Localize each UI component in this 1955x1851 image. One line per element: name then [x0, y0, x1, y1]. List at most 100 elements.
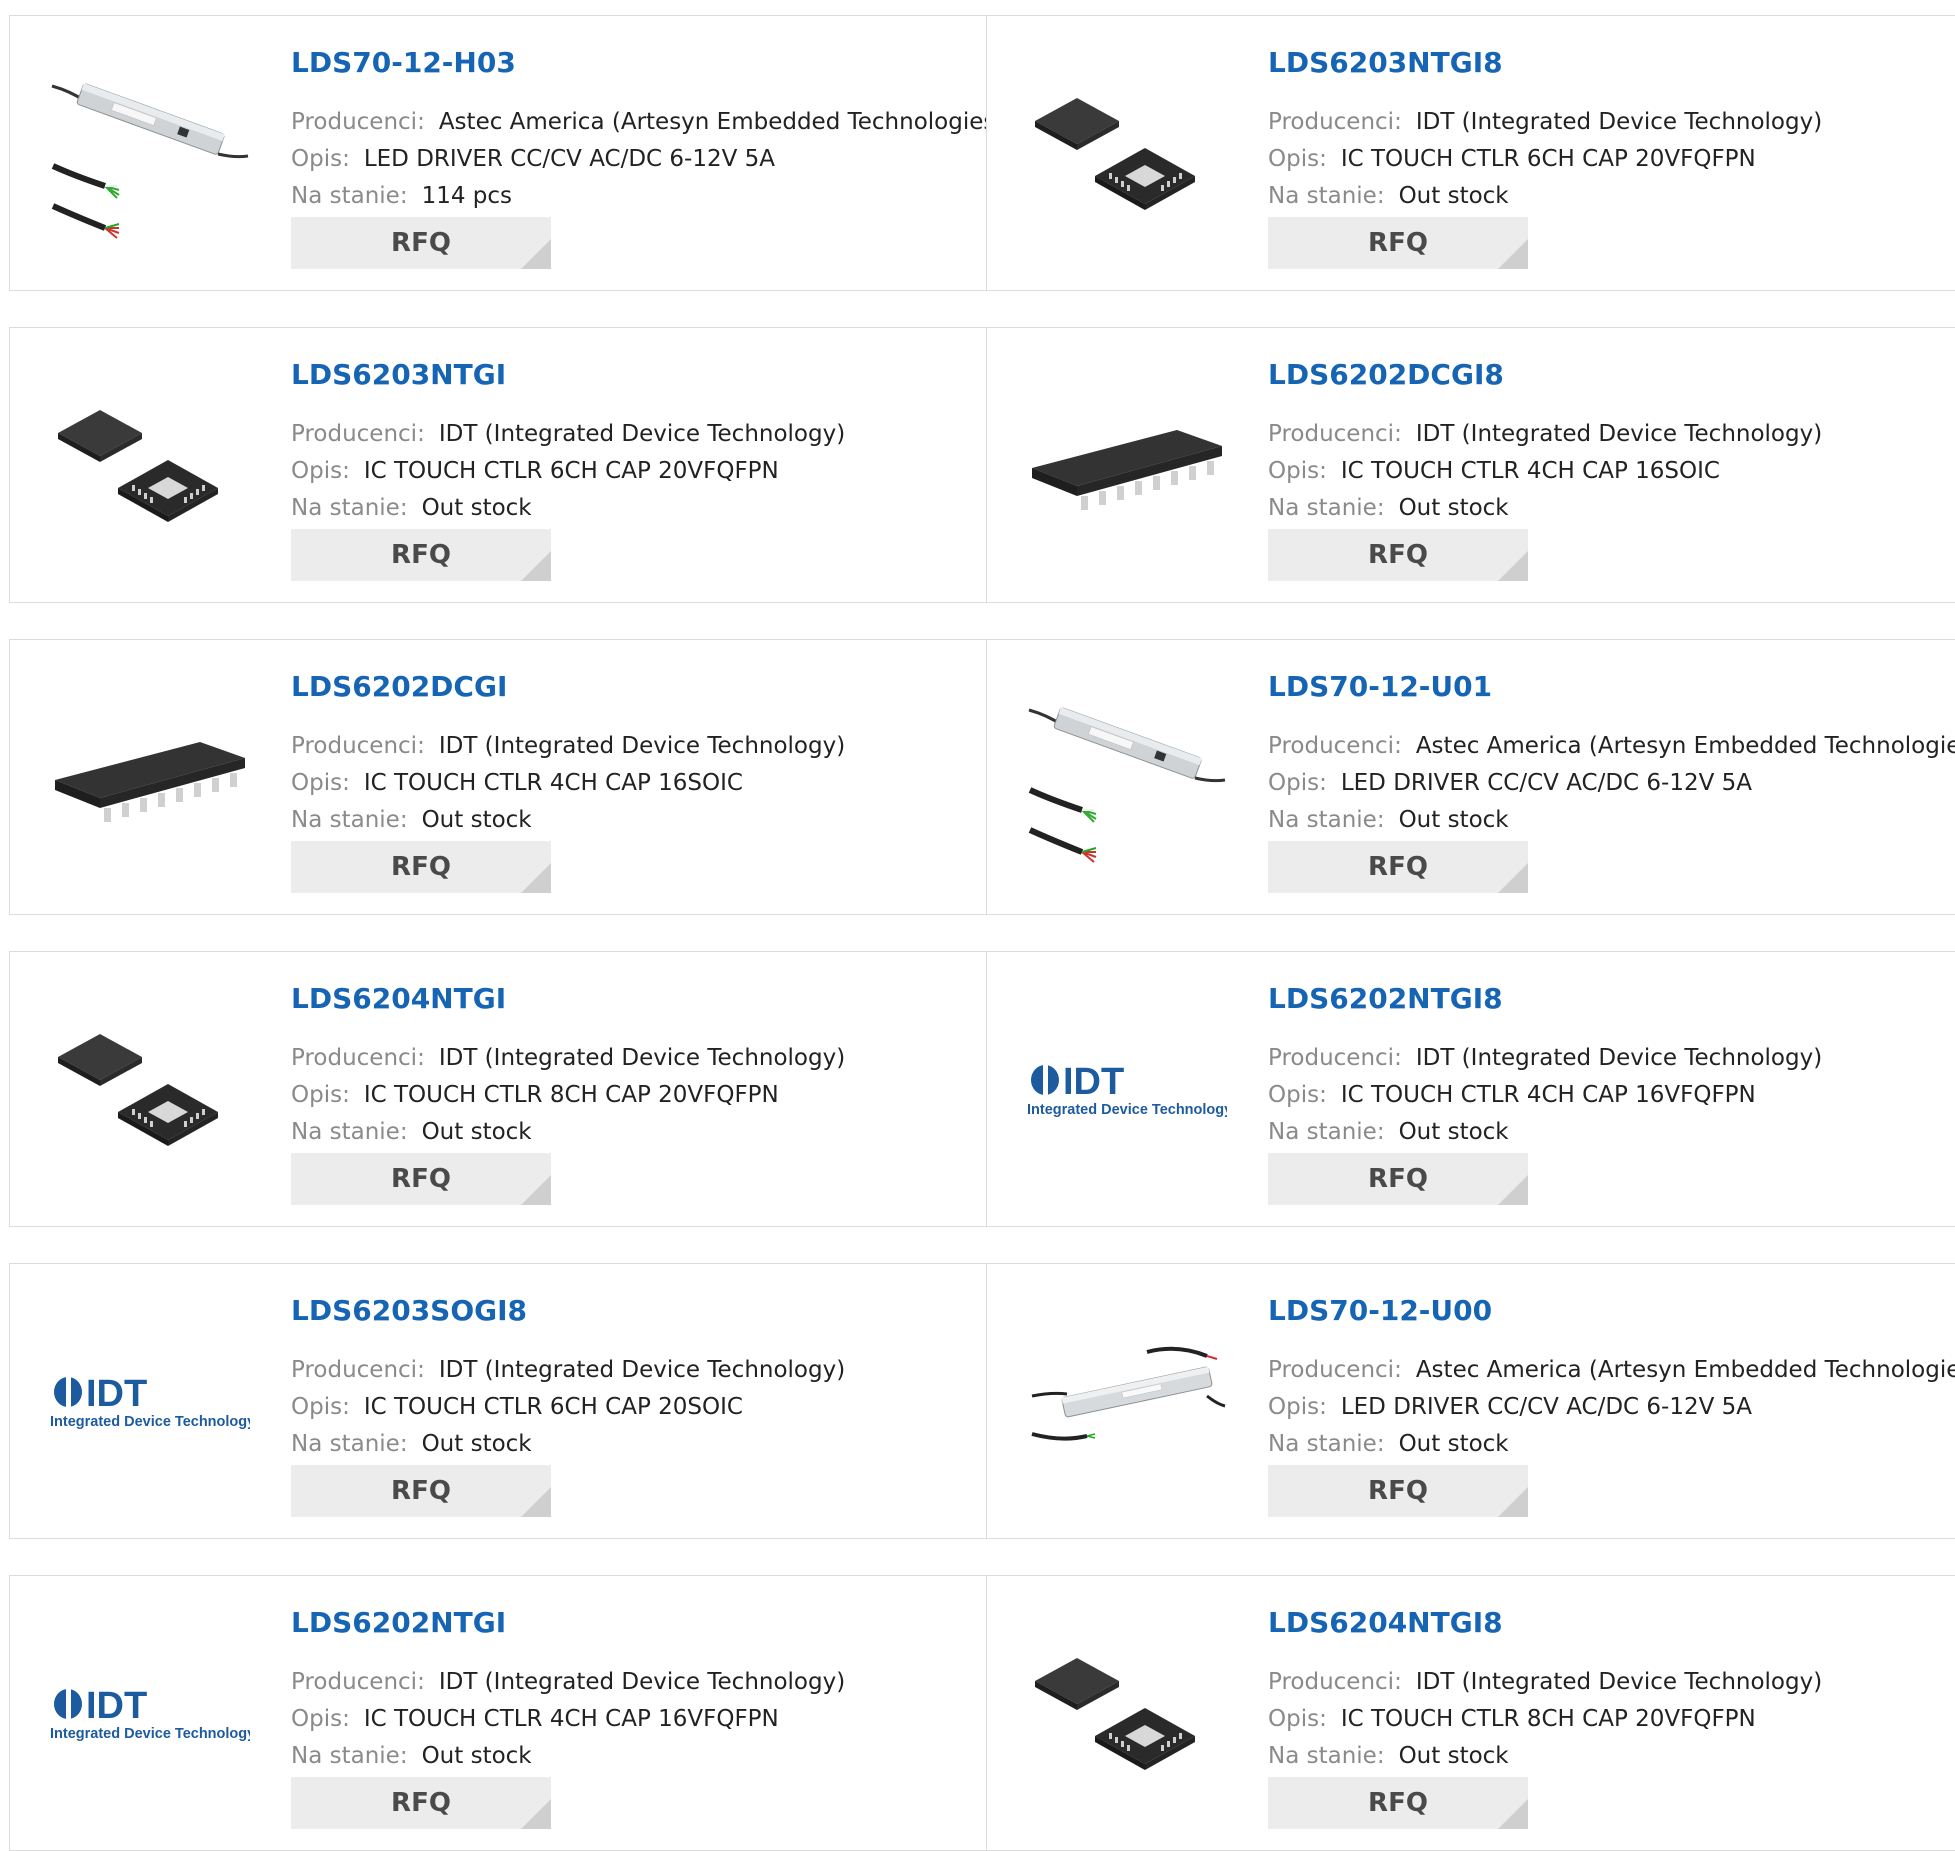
stock-value: Out stock [1398, 807, 1509, 833]
product-title-link[interactable]: LDS6203SOGI8 [291, 1294, 527, 1327]
rfq-button[interactable]: RFQ [291, 1777, 551, 1829]
stock-label: Na stanie: [1268, 1743, 1385, 1769]
rfq-button[interactable]: RFQ [291, 217, 551, 269]
manufacturer-label: Producenci: [1268, 1045, 1402, 1071]
rfq-button[interactable]: RFQ [1268, 1465, 1528, 1517]
manufacturer-value: IDT (Integrated Device Technology) [438, 1357, 846, 1383]
stock-value: Out stock [1398, 1119, 1509, 1145]
stock-row: Na stanie: Out stock [291, 1743, 532, 1769]
product-title-link[interactable]: LDS6204NTGI [291, 982, 506, 1015]
product-title-link[interactable]: LDS70-12-U00 [1268, 1294, 1492, 1327]
corner-fold-icon [1498, 1799, 1528, 1829]
idt-logo-brand: IDT [86, 1685, 147, 1727]
stock-label: Na stanie: [1268, 1431, 1385, 1457]
description-row: Opis: IC TOUCH CTLR 4CH CAP 16SOIC [291, 770, 743, 796]
qfn-chip-image [58, 1034, 218, 1146]
manufacturer-value: IDT (Integrated Device Technology) [438, 733, 846, 759]
product-card: LDS6203NTGI Producenci: IDT (Integrated D… [9, 327, 988, 603]
product-image[interactable]: IDT Integrated Device Technology [50, 1606, 255, 1806]
stock-row: Na stanie: Out stock [1268, 1431, 1509, 1457]
stock-value: Out stock [421, 807, 532, 833]
stock-row: Na stanie: Out stock [291, 1119, 532, 1145]
product-image[interactable]: IDT Integrated Device Technology [1027, 982, 1232, 1182]
rfq-label: RFQ [391, 1164, 451, 1194]
product-title-link[interactable]: LDS70-12-H03 [291, 46, 516, 79]
manufacturer-row: Producenci: IDT (Integrated Device Techno… [291, 421, 845, 447]
stock-row: Na stanie: Out stock [291, 495, 532, 521]
rfq-button[interactable]: RFQ [291, 529, 551, 581]
manufacturer-label: Producenci: [291, 1669, 425, 1695]
manufacturer-row: Producenci: Astec America (Artesyn Embedd… [1268, 733, 1955, 759]
product-image[interactable] [1027, 1294, 1227, 1494]
product-title-link[interactable]: LDS6202DCGI8 [1268, 358, 1504, 391]
led-driver-image [1031, 1346, 1226, 1441]
manufacturer-label: Producenci: [291, 109, 425, 135]
idt-logo-tagline: Integrated Device Technology [50, 1414, 250, 1430]
qfn-chip-image [1035, 98, 1195, 210]
manufacturer-row: Producenci: Astec America (Artesyn Embedd… [1268, 1357, 1955, 1383]
manufacturer-value: IDT (Integrated Device Technology) [438, 1669, 846, 1695]
product-image[interactable] [1027, 670, 1227, 870]
product-title-link[interactable]: LDS6202NTGI8 [1268, 982, 1503, 1015]
idt-logo-tagline: Integrated Device Technology [50, 1726, 250, 1742]
rfq-label: RFQ [391, 540, 451, 570]
rfq-button[interactable]: RFQ [1268, 841, 1528, 893]
product-image[interactable] [1027, 1606, 1227, 1806]
product-image[interactable] [50, 358, 250, 558]
rfq-button[interactable]: RFQ [291, 1153, 551, 1205]
description-row: Opis: IC TOUCH CTLR 8CH CAP 20VFQFPN [291, 1082, 779, 1108]
product-image[interactable] [1027, 46, 1227, 246]
description-label: Opis: [1268, 146, 1327, 172]
description-value: IC TOUCH CTLR 4CH CAP 16VFQFPN [1340, 1082, 1756, 1108]
corner-fold-icon [521, 1175, 551, 1205]
product-title-link[interactable]: LDS6202NTGI [291, 1606, 506, 1639]
product-title-link[interactable]: LDS6203NTGI [291, 358, 506, 391]
description-row: Opis: IC TOUCH CTLR 6CH CAP 20VFQFPN [1268, 146, 1756, 172]
product-card: LDS6202DCGI8 Producenci: IDT (Integrated … [986, 327, 1955, 603]
description-value: IC TOUCH CTLR 4CH CAP 16SOIC [363, 770, 743, 796]
stock-label: Na stanie: [291, 1431, 408, 1457]
idt-logo-brand: IDT [1063, 1061, 1124, 1103]
rfq-button[interactable]: RFQ [1268, 1153, 1528, 1205]
manufacturer-label: Producenci: [1268, 421, 1402, 447]
manufacturer-label: Producenci: [291, 421, 425, 447]
stock-row: Na stanie: Out stock [1268, 183, 1509, 209]
qfn-chip-image [1035, 1658, 1195, 1770]
corner-fold-icon [1498, 1175, 1528, 1205]
manufacturer-row: Producenci: IDT (Integrated Device Techno… [291, 1357, 845, 1383]
product-title-link[interactable]: LDS6204NTGI8 [1268, 1606, 1503, 1639]
stock-label: Na stanie: [1268, 183, 1385, 209]
product-image[interactable] [50, 670, 250, 870]
rfq-button[interactable]: RFQ [291, 1465, 551, 1517]
product-title-link[interactable]: LDS6203NTGI8 [1268, 46, 1503, 79]
product-title-link[interactable]: LDS6202DCGI [291, 670, 507, 703]
manufacturer-value: IDT (Integrated Device Technology) [1415, 1669, 1823, 1695]
rfq-button[interactable]: RFQ [1268, 1777, 1528, 1829]
product-image[interactable] [50, 46, 250, 246]
description-row: Opis: IC TOUCH CTLR 6CH CAP 20VFQFPN [291, 458, 779, 484]
description-label: Opis: [1268, 770, 1327, 796]
corner-fold-icon [521, 239, 551, 269]
idt-logo-tagline: Integrated Device Technology [1027, 1102, 1227, 1118]
product-card: IDT Integrated Device Technology LDS6203… [9, 1263, 988, 1539]
product-image[interactable] [1027, 358, 1227, 558]
idt-logo-image: IDT Integrated Device Technology [50, 1685, 255, 1742]
rfq-button[interactable]: RFQ [1268, 529, 1528, 581]
product-title-link[interactable]: LDS70-12-U01 [1268, 670, 1492, 703]
rfq-label: RFQ [391, 1788, 451, 1818]
stock-value: Out stock [1398, 183, 1509, 209]
idt-logo-image: IDT Integrated Device Technology [50, 1373, 255, 1430]
stock-row: Na stanie: Out stock [291, 1431, 532, 1457]
description-value: IC TOUCH CTLR 4CH CAP 16SOIC [1340, 458, 1720, 484]
product-image[interactable] [50, 982, 250, 1182]
description-value: LED DRIVER CC/CV AC/DC 6-12V 5A [1340, 770, 1753, 796]
corner-fold-icon [1498, 239, 1528, 269]
description-value: IC TOUCH CTLR 6CH CAP 20VFQFPN [363, 458, 779, 484]
product-image[interactable]: IDT Integrated Device Technology [50, 1294, 255, 1494]
qfn-chip-image [58, 410, 218, 522]
rfq-button[interactable]: RFQ [291, 841, 551, 893]
rfq-button[interactable]: RFQ [1268, 217, 1528, 269]
stock-label: Na stanie: [1268, 1119, 1385, 1145]
corner-fold-icon [521, 1487, 551, 1517]
stock-row: Na stanie: Out stock [1268, 1743, 1509, 1769]
